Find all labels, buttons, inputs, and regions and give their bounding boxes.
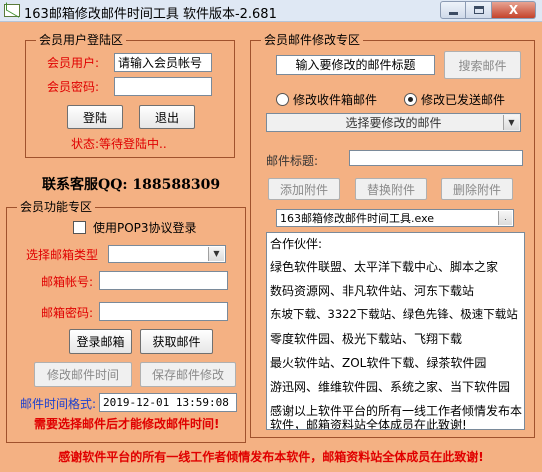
mailbox-type-label: 选择邮箱类型: [26, 248, 99, 262]
radio-sent-label: 修改已发送邮件: [421, 93, 506, 107]
user-label: 会员用户:: [47, 56, 100, 70]
fetch-mail-button[interactable]: 获取邮件: [140, 329, 213, 354]
password-label: 会员密码:: [47, 80, 100, 94]
subject-label: 邮件标题:: [266, 154, 319, 168]
logout-button[interactable]: 退出: [139, 105, 195, 129]
modify-time-button[interactable]: 修改邮件时间: [34, 362, 132, 387]
partner-line: 东坡下载、3322下载站、绿色先锋、极速下载站: [270, 307, 518, 321]
footer-thanks: 感谢软件平台的所有一线工作者倾情发布本软件，邮箱资料站全体成员在此致谢!: [58, 450, 484, 464]
radio-inbox[interactable]: [276, 93, 289, 106]
partner-line: 软件，邮箱资料站全体成员在此致谢!: [270, 418, 467, 430]
app-mail-icon: [4, 4, 20, 17]
mail-password-label: 邮箱密码:: [41, 306, 94, 320]
delete-attachment-button[interactable]: 删除附件: [441, 178, 513, 200]
login-button[interactable]: 登陆: [67, 105, 123, 129]
mail-password-input[interactable]: [99, 302, 228, 321]
maximize-icon: [473, 6, 484, 14]
partners-textbox[interactable]: 合作伙伴: 绿色软件联盟、太平洋下载中心、脚本之家 数码资源网、非凡软件站、河东…: [266, 232, 525, 430]
subject-field[interactable]: [349, 150, 523, 166]
hint-text: 需要选择邮件后才能修改邮件时间!: [34, 417, 220, 431]
select-mail-combo[interactable]: 选择要修改的邮件 ▼: [266, 113, 521, 132]
close-icon: X: [508, 3, 519, 17]
account-input[interactable]: [99, 271, 228, 290]
time-input[interactable]: 2019-12-01 13:59:08: [99, 393, 237, 412]
chevron-down-icon[interactable]: ▼: [503, 115, 519, 130]
pop3-checkbox[interactable]: [73, 221, 86, 234]
function-group: 会员功能专区 使用POP3协议登录 选择邮箱类型 ▼ 邮箱帐号: 邮箱密码: 登…: [6, 199, 246, 443]
function-group-title: 会员功能专区: [17, 199, 96, 215]
add-attachment-button[interactable]: 添加附件: [268, 178, 340, 200]
mailbox-type-select[interactable]: ▼: [108, 245, 226, 263]
user-input[interactable]: 请输入会员帐号: [114, 53, 212, 72]
save-mail-button[interactable]: 保存邮件修改: [140, 362, 236, 387]
mail-subject-input[interactable]: 输入要修改的邮件标题: [276, 55, 435, 75]
attachment-file-field[interactable]: 163邮箱修改邮件时间工具.exe .: [276, 209, 514, 227]
login-mailbox-button[interactable]: 登录邮箱: [69, 329, 132, 354]
contact-qq: 联系客服QQ: 188588309: [42, 177, 221, 193]
radio-inbox-label: 修改收件箱邮件: [293, 93, 378, 107]
attachment-scroll-button[interactable]: .: [498, 211, 512, 225]
radio-sent[interactable]: [404, 93, 417, 106]
minimize-button[interactable]: [440, 1, 466, 19]
select-mail-value: 选择要修改的邮件: [345, 116, 442, 130]
time-format-label: 邮件时间格式:: [20, 397, 97, 411]
window-controls: X: [440, 1, 536, 19]
login-group: 会员用户登陆区 会员用户: 请输入会员帐号 会员密码: 登陆 退出 状态:等待登…: [25, 32, 235, 158]
partner-line: 合作伙伴:: [270, 237, 323, 251]
window-title: 163邮箱修改邮件时间工具 软件版本-2.681: [24, 7, 277, 22]
partner-line: 数码资源网、非凡软件站、河东下载站: [270, 284, 475, 298]
login-status: 状态:等待登陆中..: [71, 137, 167, 151]
chevron-down-icon[interactable]: ▼: [208, 247, 224, 261]
pop3-label: 使用POP3协议登录: [93, 221, 197, 235]
partner-line: 游迅网、维维软件园、系统之家、当下软件园: [270, 380, 511, 394]
attachment-file-name: 163邮箱修改邮件时间工具.exe: [280, 212, 435, 225]
partner-line: 零度软件园、极光下载站、飞翔下载: [270, 332, 463, 346]
partner-line: 最火软件站、ZOL软件下载、绿茶软件园: [270, 356, 487, 370]
account-label: 邮箱帐号:: [41, 275, 94, 289]
mail-group-title: 会员邮件修改专区: [261, 32, 364, 48]
login-group-title: 会员用户登陆区: [36, 32, 127, 48]
attachment-scroll-icon: .: [504, 213, 507, 222]
title-bar: 163邮箱修改邮件时间工具 软件版本-2.681 X: [0, 0, 542, 22]
maximize-button[interactable]: [466, 1, 492, 19]
password-input[interactable]: [114, 77, 212, 96]
partner-line: 绿色软件联盟、太平洋下载中心、脚本之家: [270, 260, 499, 274]
close-button[interactable]: X: [492, 1, 536, 19]
minimize-icon: [448, 11, 458, 15]
search-mail-button[interactable]: 搜索邮件: [444, 51, 521, 79]
replace-attachment-button[interactable]: 替换附件: [355, 178, 427, 200]
